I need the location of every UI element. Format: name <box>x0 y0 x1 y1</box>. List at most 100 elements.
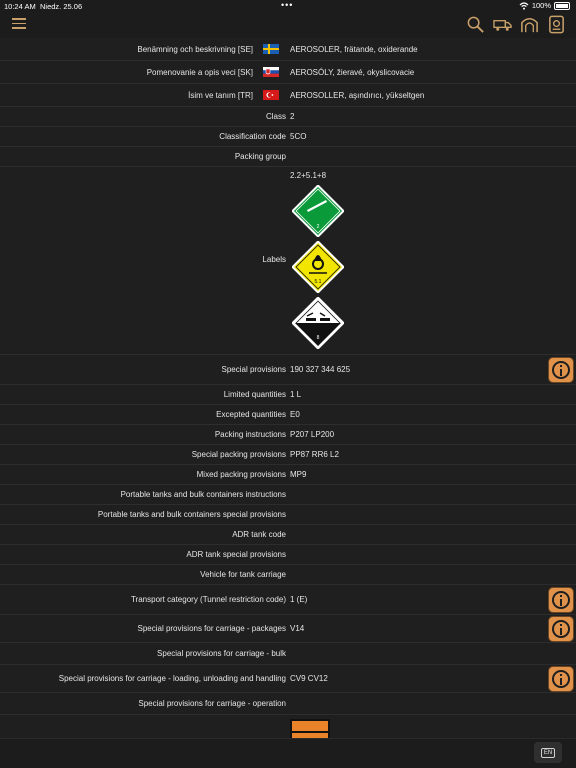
special-provisions-info-button[interactable] <box>548 357 574 383</box>
row-label: Special provisions for carriage - packag… <box>137 624 286 633</box>
special-packing-provisions-row: Special packing provisions PP87 RR6 L2 <box>0 445 576 465</box>
row-value: CV9 CV12 <box>290 674 328 683</box>
transport-category-info-button[interactable] <box>548 587 574 613</box>
packing-instructions-row: Packing instructions P207 LP200 <box>0 425 576 445</box>
row-label: Portable tanks and bulk containers speci… <box>97 510 286 519</box>
top-toolbar <box>0 12 576 38</box>
row-label: Classification code <box>219 132 286 141</box>
row-label: Transport category (Tunnel restriction c… <box>130 595 286 604</box>
labels-row: Labels 2.2+5.1+8 2 5.1 8 <box>0 167 576 355</box>
class-5-1-oxidizer-diamond-icon: 5.1 <box>292 241 344 293</box>
status-time: 10:24 AM <box>4 2 36 11</box>
vehicle-tank-row: Vehicle for tank carriage <box>0 565 576 585</box>
row-label: Labels <box>262 255 286 264</box>
packing-group-row: Packing group <box>0 147 576 167</box>
row-label: ADR tank code <box>232 530 286 539</box>
status-date: Niedz. 25.06 <box>40 2 83 11</box>
row-label: Portable tanks and bulk containers instr… <box>120 490 286 499</box>
sp-operation-row: Special provisions for carriage - operat… <box>0 693 576 715</box>
substance-details[interactable]: Benämning och beskrivning [SE] AEROSOLER… <box>0 38 576 738</box>
adr-tank-special-row: ADR tank special provisions <box>0 545 576 565</box>
status-right: 100% <box>519 1 570 10</box>
sp-bulk-row: Special provisions for carriage - bulk <box>0 643 576 665</box>
class-2-gas-diamond-icon: 2 <box>292 185 344 237</box>
row-label: Packing group <box>234 152 286 161</box>
name-row-sk: Pomenovanie a opis veci [SK] AEROSÓLY, ž… <box>0 61 576 84</box>
row-value: MP9 <box>290 470 307 479</box>
row-label: Special provisions for carriage - operat… <box>138 699 286 708</box>
row-value: P207 LP200 <box>290 430 335 439</box>
bottom-bar: EN <box>0 738 576 768</box>
class-8-corrosive-diamond-icon: 8 <box>292 297 344 349</box>
row-label: Packing instructions <box>214 430 286 439</box>
wifi-icon <box>519 1 529 10</box>
info-icon <box>552 591 570 609</box>
row-label: Hazard identification No. <box>0 724 286 739</box>
sp-loading-info-button[interactable] <box>548 666 574 692</box>
turkey-flag-icon <box>263 90 279 100</box>
row-label: Limited quantities <box>223 390 286 399</box>
row-label: Special provisions for carriage - loadin… <box>58 674 286 683</box>
row-value: 2 <box>290 112 295 121</box>
status-bar: 10:24 AM Niedz. 25.06 ••• 100% <box>0 0 576 12</box>
row-value: V14 <box>290 624 305 633</box>
row-label: Special provisions for carriage - bulk <box>157 649 286 658</box>
portable-tanks-special-row: Portable tanks and bulk containers speci… <box>0 505 576 525</box>
excepted-quantities-row: Excepted quantities E0 <box>0 405 576 425</box>
diamond-number: 8 <box>317 335 320 341</box>
row-value: AEROSÓLY, žieravé, okyslicovacie <box>290 67 415 77</box>
row-value: 5CO <box>290 132 307 141</box>
adr-tank-code-row: ADR tank code <box>0 525 576 545</box>
multitasking-dots-icon[interactable]: ••• <box>281 0 293 10</box>
document-icon[interactable] <box>547 15 566 34</box>
row-label: Special packing provisions <box>191 450 286 459</box>
truck-icon[interactable] <box>493 15 512 34</box>
info-icon <box>552 670 570 688</box>
row-label: Special provisions <box>221 365 286 374</box>
row-label: Benämning och beskrivning [SE] <box>137 44 253 54</box>
row-value: AEROSOLLER, aşındırıcı, yükseltgen <box>290 90 425 100</box>
battery-icon <box>554 1 570 10</box>
special-provisions-row: Special provisions 190 327 344 625 <box>0 355 576 385</box>
row-label: Vehicle for tank carriage <box>200 570 286 579</box>
mixed-packing-provisions-row: Mixed packing provisions MP9 <box>0 465 576 485</box>
sp-packages-info-button[interactable] <box>548 616 574 642</box>
info-icon <box>552 620 570 638</box>
diamond-number: 2 <box>317 224 320 230</box>
info-icon <box>552 361 570 379</box>
menu-icon[interactable] <box>12 18 26 30</box>
hazard-id-row: Hazard identification No. <box>0 715 576 738</box>
labels-code: 2.2+5.1+8 <box>290 171 327 180</box>
row-value: 1 (E) <box>290 595 308 604</box>
row-value: 190 327 344 625 <box>290 365 351 374</box>
toolbar-icons <box>466 15 566 34</box>
classification-code-row: Classification code 5CO <box>0 127 576 147</box>
sweden-flag-icon <box>263 44 279 54</box>
name-row-se: Benämning och beskrivning [SE] AEROSOLER… <box>0 38 576 61</box>
sp-packages-row: Special provisions for carriage - packag… <box>0 615 576 643</box>
language-label: EN <box>540 747 556 758</box>
row-label: Class <box>265 112 286 121</box>
row-label: Pomenovanie a opis veci [SK] <box>146 67 253 77</box>
row-label: İsim ve tanım [TR] <box>188 90 253 100</box>
tunnel-icon[interactable] <box>520 15 539 34</box>
limited-quantities-row: Limited quantities 1 L <box>0 385 576 405</box>
row-label: Mixed packing provisions <box>196 470 286 479</box>
row-value: 1 L <box>290 390 302 399</box>
row-label: Excepted quantities <box>216 410 286 419</box>
transport-category-row: Transport category (Tunnel restriction c… <box>0 585 576 615</box>
name-row-tr: İsim ve tanım [TR] AEROSOLLER, aşındırıc… <box>0 84 576 107</box>
class-row: Class 2 <box>0 107 576 127</box>
row-value: E0 <box>290 410 300 419</box>
diamond-number: 5.1 <box>315 279 322 285</box>
slovakia-flag-icon <box>263 67 279 77</box>
search-icon[interactable] <box>466 15 485 34</box>
sp-loading-row: Special provisions for carriage - loadin… <box>0 665 576 693</box>
language-button[interactable]: EN <box>534 742 562 763</box>
battery-percent: 100% <box>531 1 551 10</box>
row-value: AEROSOLER, frätande, oxiderande <box>290 44 418 54</box>
orange-hazard-plate-icon <box>290 719 330 738</box>
portable-tanks-instructions-row: Portable tanks and bulk containers instr… <box>0 485 576 505</box>
row-value: PP87 RR6 L2 <box>290 450 339 459</box>
row-label: ADR tank special provisions <box>186 550 286 559</box>
